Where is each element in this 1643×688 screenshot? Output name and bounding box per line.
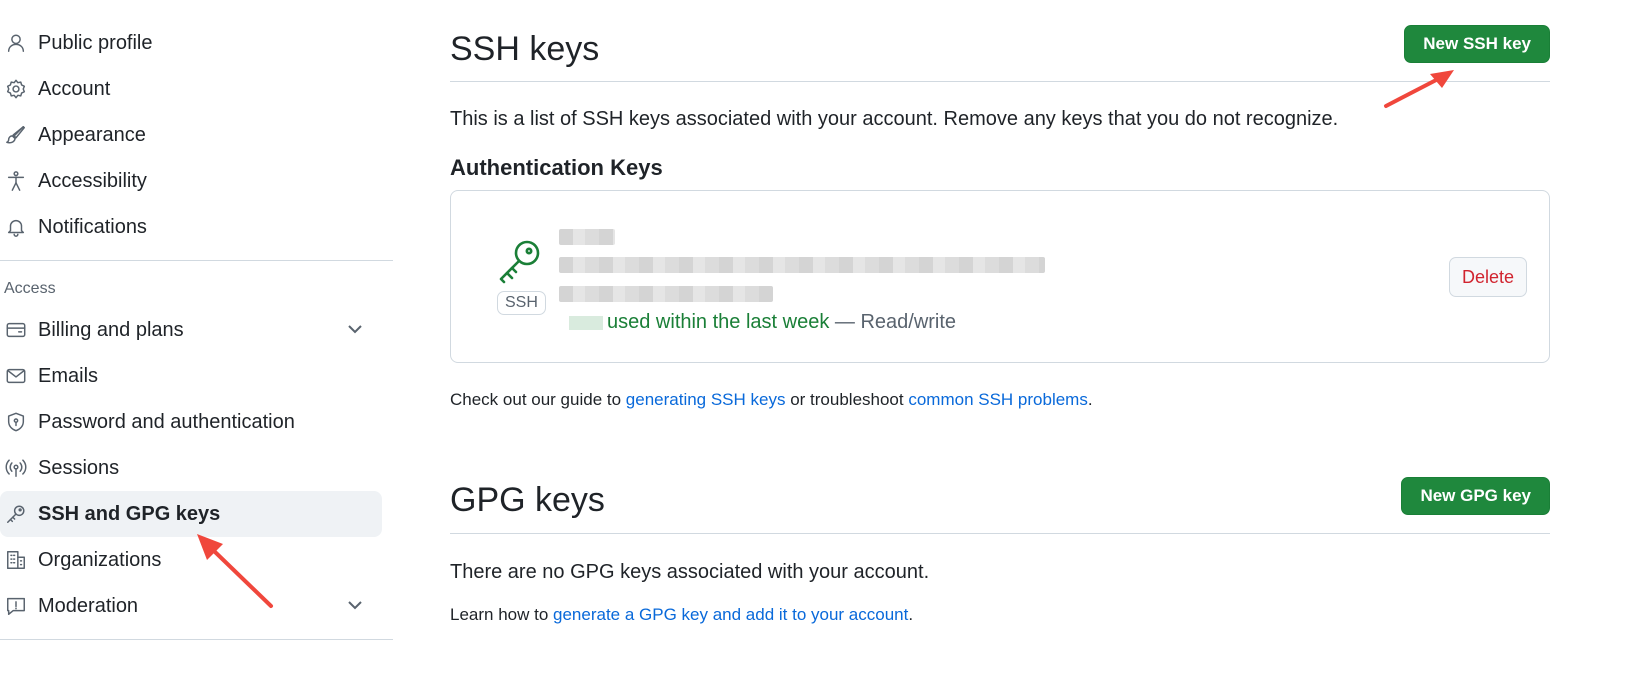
sidebar-item-organizations[interactable]: Organizations [0,537,393,583]
gear-icon [4,77,28,101]
sidebar-item-label: Moderation [38,594,139,617]
chevron-down-icon[interactable] [345,319,365,339]
credit-card-icon [4,318,28,342]
redacted-key-added-date [559,286,773,302]
key-usage-status: used within the last week — Read/write [569,311,956,334]
sidebar-item-password-authentication[interactable]: Password and authentication [0,399,393,445]
redacted-key-title [559,229,615,245]
sidebar-item-label: Appearance [38,123,146,146]
ssh-keys-header: SSH keys New SSH key [450,18,1550,82]
sidebar-item-label: Emails [38,364,99,387]
sidebar-item-label: Password and authentication [38,410,295,433]
common-ssh-problems-link[interactable]: common SSH problems [908,390,1088,409]
help-text-middle: or troubleshoot [785,390,909,409]
key-access-level: — Read/write [829,311,957,333]
redacted-text [569,315,603,330]
authentication-keys-heading: Authentication Keys [450,155,663,180]
sidebar-item-sessions[interactable]: Sessions [0,445,393,491]
shield-lock-icon [4,410,28,434]
gpg-empty-text: There are no GPG keys associated with yo… [450,561,930,583]
sidebar-item-label: SSH and GPG keys [38,502,221,525]
bell-icon [4,215,28,239]
sidebar-item-notifications[interactable]: Notifications [0,204,393,250]
sidebar-divider [0,639,393,640]
mail-icon [4,364,28,388]
ssh-keys-title: SSH keys [450,30,600,68]
key-icon [4,502,28,526]
paintbrush-icon [4,123,28,147]
new-ssh-key-button[interactable]: New SSH key [1404,24,1550,63]
sidebar-item-label: Organizations [38,548,162,571]
accessibility-icon [4,169,28,193]
ssh-keys-description: This is a list of SSH keys associated wi… [450,108,1339,130]
sidebar-item-label: Notifications [38,215,147,238]
generating-ssh-keys-link[interactable]: generating SSH keys [626,390,786,409]
broadcast-icon [4,456,28,480]
sidebar-item-public-profile[interactable]: Public profile [0,20,393,66]
sidebar-item-label: Billing and plans [38,318,184,341]
redacted-key-fingerprint [559,257,1045,273]
ssh-key-list-item: SSH used within the last week — Read/wri… [450,190,1550,363]
ssh-type-label: SSH [497,291,546,315]
sidebar-item-account[interactable]: Account [0,66,393,112]
report-icon [4,594,28,618]
gpg-keys-header: GPG keys New GPG key [450,468,1550,534]
help-text-prefix: Check out our guide to [450,390,626,409]
help-text-suffix: . [1087,390,1093,409]
sidebar-group-access-label: Access [4,280,56,297]
generate-gpg-key-link[interactable]: generate a GPG key and add it to your ac… [553,605,908,624]
sidebar-divider [0,260,393,261]
key-icon [495,235,545,285]
sidebar-item-label: Accessibility [38,169,147,192]
sidebar-item-accessibility[interactable]: Accessibility [0,158,393,204]
key-last-used: used within the last week [607,311,830,333]
sidebar-item-label: Public profile [38,31,153,54]
person-icon [4,31,28,55]
sidebar-item-label: Sessions [38,456,120,479]
sidebar-item-billing[interactable]: Billing and plans [0,307,393,353]
delete-key-button[interactable]: Delete [1448,257,1527,297]
sidebar-item-ssh-gpg-keys[interactable]: SSH and GPG keys [0,491,382,537]
organization-icon [4,548,28,572]
ssh-help-text: Check out our guide to generating SSH ke… [450,390,1093,410]
help-text-suffix: . [908,605,914,624]
help-text-prefix: Learn how to [450,605,554,624]
sidebar-item-appearance[interactable]: Appearance [0,112,393,158]
chevron-down-icon[interactable] [345,595,365,615]
settings-sidebar: Public profile Account Appearance Access… [0,20,393,650]
sidebar-item-moderation[interactable]: Moderation [0,583,393,629]
new-gpg-key-button[interactable]: New GPG key [1401,476,1550,515]
sidebar-item-emails[interactable]: Emails [0,353,393,399]
sidebar-item-label: Account [38,77,111,100]
gpg-help-text: Learn how to generate a GPG key and add … [450,605,913,625]
gpg-keys-title: GPG keys [450,481,605,519]
